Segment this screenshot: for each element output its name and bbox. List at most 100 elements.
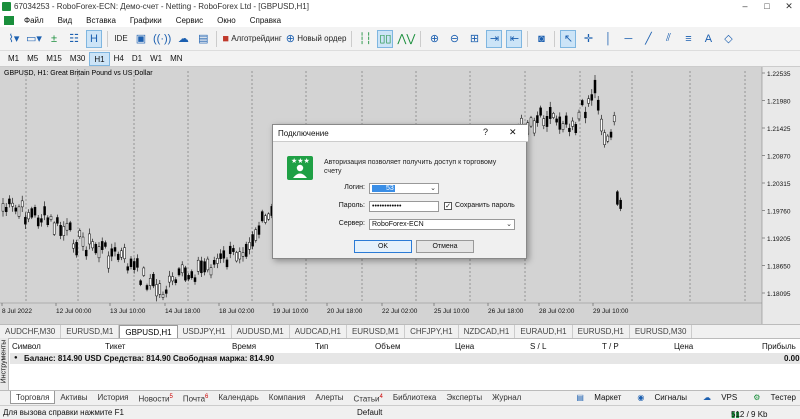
password-field[interactable]: •••••••••••• xyxy=(369,201,439,212)
crosshair-button[interactable]: ✛ xyxy=(580,30,596,48)
vps-link[interactable]: ☁ VPS xyxy=(695,393,737,402)
market-button[interactable]: ▤ xyxy=(195,30,211,48)
col-profit[interactable]: Прибыль xyxy=(762,342,796,351)
timeframe-mn[interactable]: MN xyxy=(166,52,186,66)
ok-button[interactable]: OK xyxy=(354,240,412,253)
market-link[interactable]: ▤ Маркет xyxy=(568,393,621,402)
dialog-close-button[interactable]: ✕ xyxy=(509,127,517,138)
candle-body xyxy=(164,289,168,294)
fibonacci-button[interactable]: ≡ xyxy=(680,30,696,48)
text-button[interactable]: A xyxy=(700,30,716,48)
col-volume[interactable]: Объем xyxy=(375,342,401,351)
chart-tab[interactable]: AUDCHF,M30 xyxy=(0,325,62,338)
minimize-button[interactable]: – xyxy=(734,0,756,13)
tab-company[interactable]: Компания xyxy=(264,391,311,404)
col-ticket[interactable]: Тикет xyxy=(105,342,125,351)
chart-tab-active[interactable]: GBPUSD,H1 xyxy=(119,325,178,338)
tab-news[interactable]: Новости5 xyxy=(134,391,178,404)
tab-library[interactable]: Библиотека xyxy=(388,391,442,404)
tile-windows-button[interactable]: ⊞ xyxy=(466,30,482,48)
tab-mailbox[interactable]: Почта6 xyxy=(178,391,214,404)
col-current-price[interactable]: Цена xyxy=(674,342,693,351)
col-time[interactable]: Время xyxy=(232,342,256,351)
new-order-button[interactable]: ⊕ Новый ордер xyxy=(286,30,347,48)
screenshot-button[interactable]: ◙ xyxy=(533,30,549,48)
tab-trade[interactable]: Торговля xyxy=(10,391,56,404)
timeframe-w1[interactable]: W1 xyxy=(146,52,166,66)
candle-body xyxy=(219,253,222,259)
tab-experts[interactable]: Эксперты xyxy=(441,391,487,404)
chart-tab[interactable]: CHFJPY,H1 xyxy=(405,325,459,338)
tab-history[interactable]: История xyxy=(92,391,133,404)
dialog-help-button[interactable]: ? xyxy=(483,127,488,137)
tab-calendar[interactable]: Календарь xyxy=(213,391,263,404)
timeframe-h1[interactable]: H1 xyxy=(89,51,110,66)
toolbar-separator xyxy=(420,30,422,47)
menu-help[interactable]: Справка xyxy=(243,16,288,25)
shapes-button[interactable]: ◇ xyxy=(720,30,736,48)
price-tick-label: 1.18095 xyxy=(767,291,791,298)
menu-tools[interactable]: Сервис xyxy=(169,16,210,25)
vertical-line-button[interactable]: │ xyxy=(600,30,616,48)
chart-tab[interactable]: EURUSD,M1 xyxy=(347,325,406,338)
bar-chart-button[interactable]: ┆┆ xyxy=(357,30,373,48)
candlestick-button[interactable]: ▯▯ xyxy=(377,29,394,48)
vps-button[interactable]: ☁ xyxy=(175,30,191,48)
ide-button[interactable]: IDE xyxy=(113,30,129,48)
market-watch-button[interactable]: ± xyxy=(46,30,62,48)
timeframe-m1[interactable]: M1 xyxy=(4,52,23,66)
tab-journal[interactable]: Журнал xyxy=(487,391,526,404)
chart-shift-button[interactable]: ⇤ xyxy=(506,29,523,48)
chart-tab[interactable]: USDJPY,H1 xyxy=(178,325,232,338)
menu-charts[interactable]: Графики xyxy=(123,16,169,25)
profiles-button[interactable]: ▭▾ xyxy=(26,30,42,48)
cancel-button[interactable]: Отмена xyxy=(416,240,474,253)
tab-articles[interactable]: Статьи4 xyxy=(349,391,388,404)
autoscroll-button[interactable]: ⇥ xyxy=(486,29,503,48)
zoom-out-button[interactable]: ⊖ xyxy=(446,30,462,48)
signals-button[interactable]: ((·)) xyxy=(153,30,171,48)
timeframe-m30[interactable]: M30 xyxy=(66,52,90,66)
tab-alerts[interactable]: Алерты xyxy=(310,391,348,404)
tester-link[interactable]: ⚙ Тестер xyxy=(745,393,796,402)
menu-window[interactable]: Окно xyxy=(210,16,243,25)
menu-view[interactable]: Вид xyxy=(51,16,79,25)
col-symbol[interactable]: Символ xyxy=(12,342,41,351)
timeframe-m5[interactable]: M5 xyxy=(23,52,42,66)
navigator-button[interactable]: ☷ xyxy=(66,30,82,48)
algo-trading-button[interactable]: ■ Алготрейдинг xyxy=(222,30,281,48)
timeframe-m15[interactable]: M15 xyxy=(42,52,66,66)
trendline-button[interactable]: ╱ xyxy=(640,30,656,48)
timeframe-d1[interactable]: D1 xyxy=(128,52,146,66)
col-type[interactable]: Тип xyxy=(315,342,328,351)
col-price[interactable]: Цена xyxy=(455,342,474,351)
horizontal-line-button[interactable]: ─ xyxy=(620,30,636,48)
chart-tab[interactable]: EURUSD,H1 xyxy=(573,325,630,338)
chart-tab[interactable]: NZDCAD,H1 xyxy=(459,325,516,338)
tab-exposure[interactable]: Активы xyxy=(55,391,92,404)
chart-tab[interactable]: AUDUSD,M1 xyxy=(232,325,290,338)
col-tp[interactable]: T / P xyxy=(602,342,619,351)
new-chart-button[interactable]: ⌇▾ xyxy=(6,30,22,48)
chart-tab[interactable]: AUDCAD,H1 xyxy=(290,325,347,338)
toolbox-side-label[interactable]: Инструменты xyxy=(0,338,9,390)
login-field[interactable]: 53 ⌄ xyxy=(369,183,439,194)
col-sl[interactable]: S / L xyxy=(530,342,546,351)
maximize-button[interactable]: □ xyxy=(756,0,778,13)
channel-button[interactable]: ⫽ xyxy=(660,30,676,48)
line-chart-button[interactable]: ⋀⋁ xyxy=(397,30,415,48)
chart-tab[interactable]: EURAUD,H1 xyxy=(515,325,573,338)
signals-link[interactable]: ◉ Сигналы xyxy=(629,393,687,402)
terminal-button[interactable]: ▣ xyxy=(133,30,149,48)
data-window-button[interactable]: H xyxy=(86,29,102,48)
chart-tab[interactable]: EURUSD,M30 xyxy=(630,325,693,338)
timeframe-h4[interactable]: H4 xyxy=(110,52,128,66)
menu-file[interactable]: Файл xyxy=(17,16,51,25)
zoom-in-button[interactable]: ⊕ xyxy=(426,30,442,48)
close-window-button[interactable]: ✕ xyxy=(778,0,800,13)
save-password-checkbox[interactable]: ✓ xyxy=(444,202,452,210)
menu-insert[interactable]: Вставка xyxy=(79,16,123,25)
cursor-button[interactable]: ↖ xyxy=(560,29,577,48)
server-combobox[interactable]: RoboForex-ECN ⌄ xyxy=(369,219,515,230)
chart-tab[interactable]: EURUSD,M1 xyxy=(61,325,120,338)
